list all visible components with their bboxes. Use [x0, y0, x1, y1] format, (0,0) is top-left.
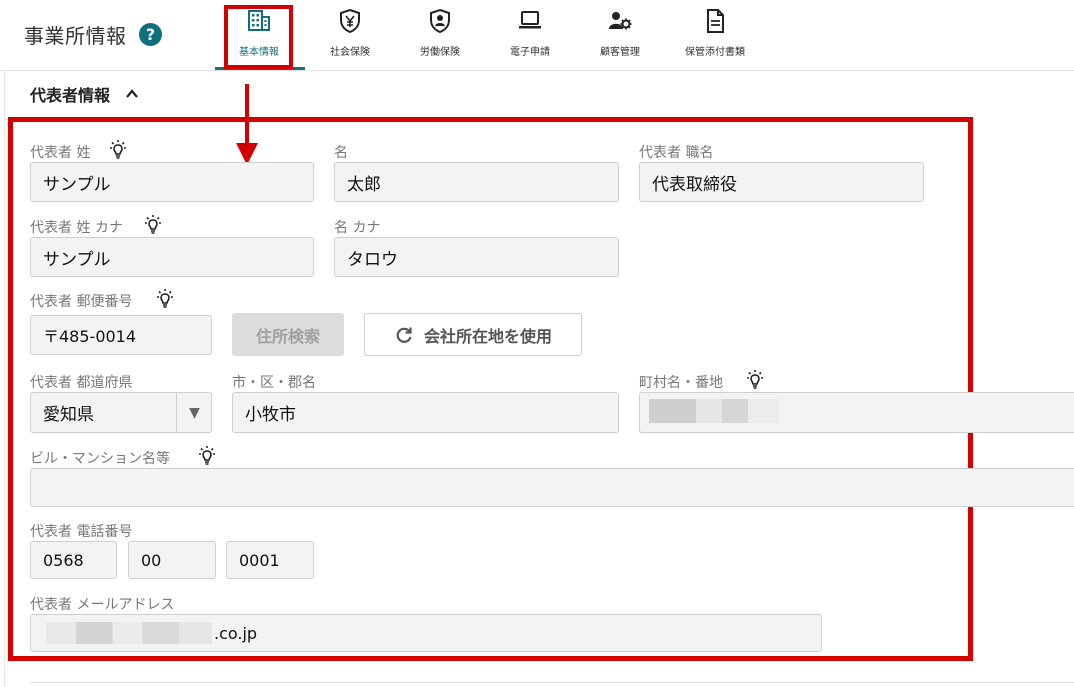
user-gear-icon	[609, 12, 632, 30]
building-label: ビル・マンション名等	[30, 451, 170, 467]
tab-labor-insurance[interactable]: 労働保険	[410, 8, 470, 66]
page-title: 事業所情報	[24, 24, 127, 48]
lightbulb-icon[interactable]	[195, 444, 219, 468]
document-icon	[707, 9, 724, 33]
lightbulb-icon[interactable]	[106, 138, 130, 162]
tab-label: 社会保険	[330, 47, 370, 58]
active-tab-highlight-box	[224, 5, 293, 69]
postal-code-input[interactable]: 〒485-0014	[30, 315, 212, 355]
laptop-icon	[519, 11, 541, 29]
job-title-input[interactable]: 代表取締役	[639, 162, 924, 202]
first-name-label: 名	[334, 145, 348, 161]
city-input[interactable]: 小牧市	[232, 392, 619, 433]
job-title-label: 代表者 職名	[639, 145, 714, 161]
phone-label: 代表者 電話番号	[30, 524, 133, 540]
town-label: 町村名・番地	[639, 375, 723, 391]
tab-label: 電子申請	[510, 47, 550, 58]
last-name-label: 代表者 姓	[30, 145, 91, 161]
pointer-arrow	[245, 84, 249, 146]
prefecture-label: 代表者 都道府県	[30, 375, 133, 391]
use-company-address-label: 会社所在地を使用	[423, 326, 552, 346]
first-name-kana-label: 名 カナ	[334, 220, 381, 236]
tab-label: 労働保険	[420, 47, 460, 58]
tab-social-insurance[interactable]: 社会保険	[320, 8, 380, 66]
chevron-up-icon[interactable]	[124, 86, 140, 102]
phone-part2-input[interactable]: 00	[128, 541, 216, 579]
tab-customer-management[interactable]: 顧客管理	[590, 8, 650, 66]
last-name-kana-label: 代表者 姓 カナ	[30, 220, 123, 236]
help-icon[interactable]: ?	[139, 23, 162, 46]
redacted-town	[649, 399, 779, 423]
city-label: 市・区・郡名	[232, 375, 316, 391]
phone-part1-input[interactable]: 0568	[30, 541, 117, 579]
tab-e-application[interactable]: 電子申請	[500, 8, 560, 66]
postal-code-label: 代表者 郵便番号	[30, 294, 133, 310]
phone-part3-input[interactable]: 0001	[226, 541, 314, 579]
building-input[interactable]	[30, 468, 1074, 507]
use-company-address-button[interactable]: 会社所在地を使用	[364, 313, 582, 356]
lightbulb-icon[interactable]	[153, 287, 177, 311]
person-shield-icon	[430, 8, 450, 34]
lightbulb-icon[interactable]	[743, 368, 767, 392]
email-domain-suffix: .co.jp	[214, 623, 258, 643]
last-name-kana-input[interactable]: サンプル	[30, 237, 314, 277]
refresh-icon	[396, 327, 412, 343]
redacted-email-local	[46, 622, 212, 644]
last-name-input[interactable]: サンプル	[30, 162, 314, 202]
email-label: 代表者 メールアドレス	[30, 597, 175, 613]
app-header: 事業所情報 ? 基本情報 社会保険 労働保険 電子申請 顧客管理 保管添付書類	[0, 0, 1074, 71]
tab-stored-attachments[interactable]: 保管添付書類	[676, 8, 754, 66]
section-divider	[30, 682, 1074, 683]
chevron-down-icon[interactable]: ▼	[176, 393, 212, 432]
tab-label: 保管添付書類	[685, 47, 745, 58]
yen-shield-icon	[340, 8, 360, 34]
first-name-kana-input[interactable]: タロウ	[334, 237, 619, 277]
address-search-button[interactable]: 住所検索	[232, 313, 344, 356]
section-title: 代表者情報	[30, 86, 111, 105]
lightbulb-icon[interactable]	[141, 213, 165, 237]
tab-label: 顧客管理	[600, 47, 640, 58]
first-name-input[interactable]: 太郎	[334, 162, 619, 202]
